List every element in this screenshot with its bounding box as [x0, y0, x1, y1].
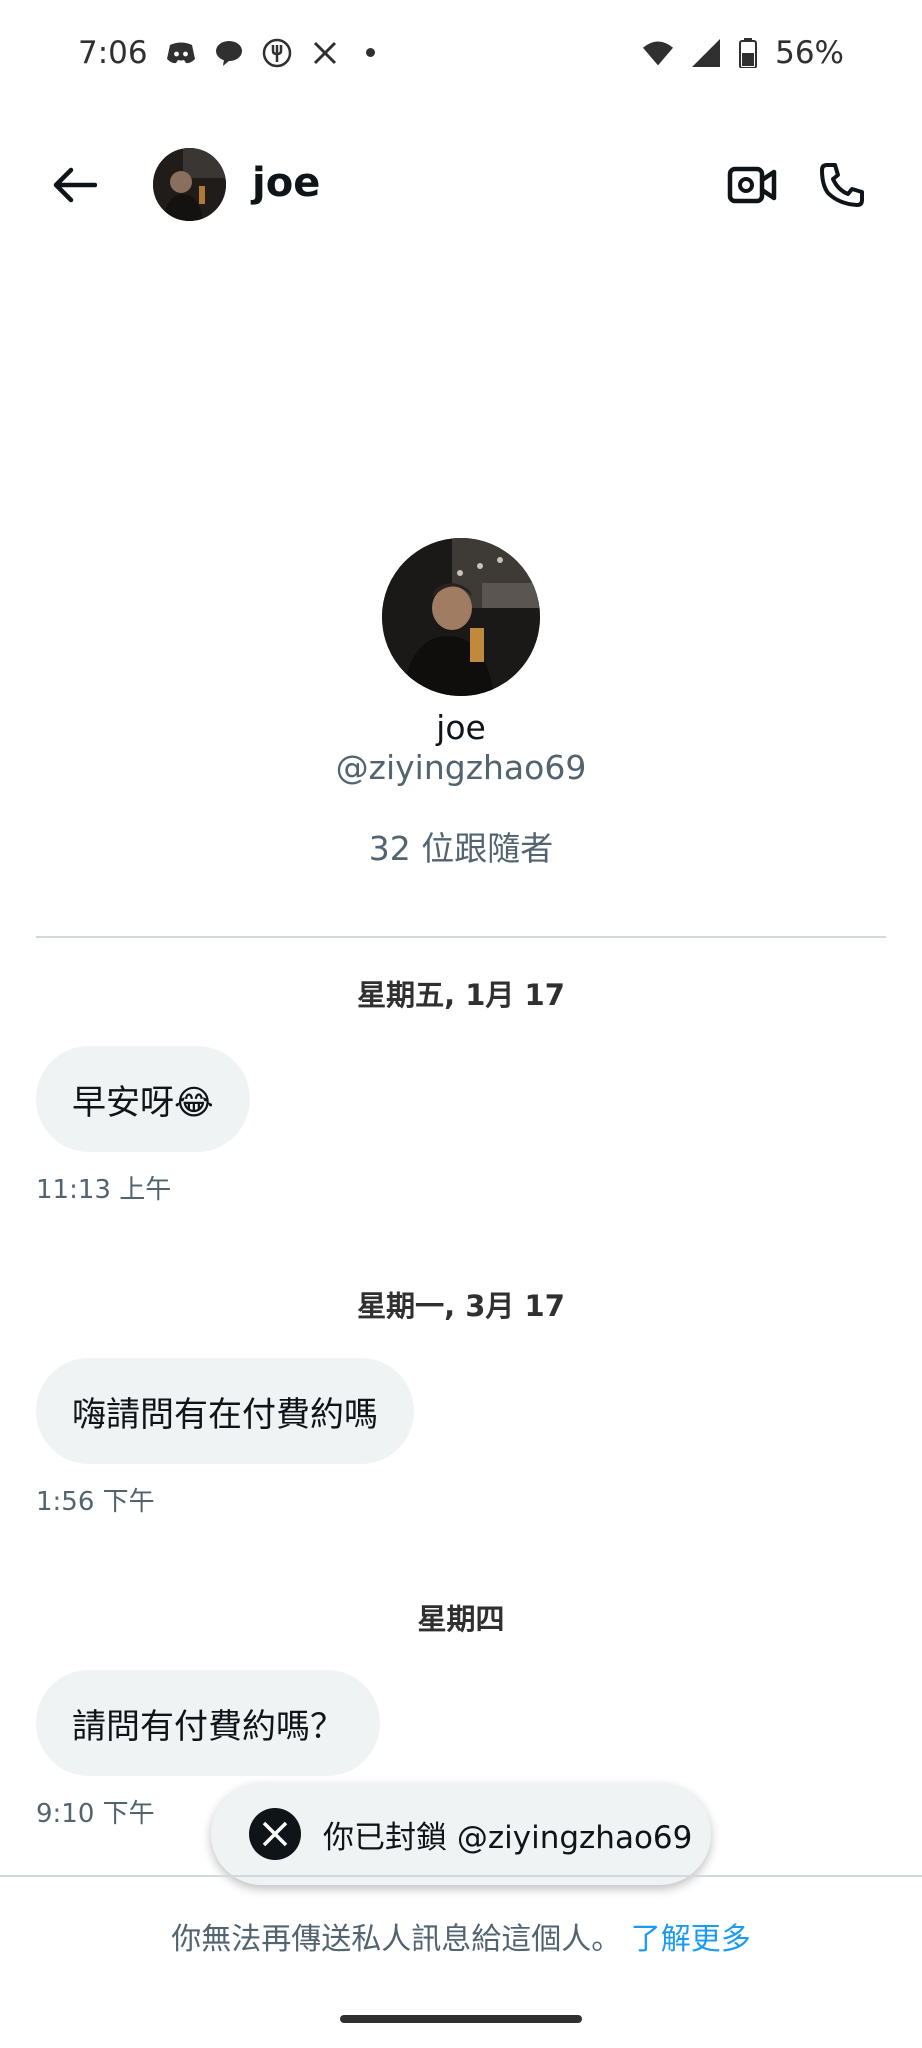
message-time: 11:13 上午 [36, 1175, 172, 1205]
profile-handle: @ziyingzhao69 [335, 748, 587, 787]
blocked-notice-text: 你無法再傳送私人訊息給這個人。 [171, 1922, 622, 1957]
status-right: 56% [643, 35, 844, 71]
blocked-toast: 你已封鎖 @ziyingzhao69 [211, 1783, 711, 1885]
profile-avatar[interactable] [382, 538, 540, 696]
date-separator: 星期五, 1月 17 [357, 978, 565, 1012]
header-name[interactable]: joe [252, 160, 320, 206]
header-avatar[interactable] [153, 148, 226, 221]
toast-text: 你已封鎖 @ziyingzhao69 [323, 1819, 693, 1856]
divider [0, 1875, 922, 1877]
status-left: 7:06 [78, 35, 375, 71]
divider [36, 936, 886, 938]
learn-more-link[interactable]: 了解更多 [631, 1922, 751, 1957]
signal-icon [691, 38, 721, 68]
date-separator: 星期四 [417, 1602, 505, 1636]
message-bubble[interactable]: 請問有付費約嗎？ [36, 1670, 380, 1776]
message-time: 9:10 下午 [36, 1799, 155, 1829]
blocked-notice: 你無法再傳送私人訊息給這個人。 了解更多 [0, 1914, 922, 1958]
profile-name: joe [436, 708, 486, 747]
back-button[interactable] [44, 154, 106, 216]
phone-call-button[interactable] [812, 155, 872, 215]
conversation-header: joe [0, 130, 922, 240]
fork-icon [262, 38, 292, 68]
dm-screen: 7:06 56% joe joe @ziyingzhao69 32 位跟隨者 星… [0, 0, 922, 2048]
chat-bubble-icon [214, 38, 244, 68]
x-logo-icon [249, 1808, 301, 1860]
back-arrow-icon [53, 167, 97, 203]
message-time: 1:56 下午 [36, 1487, 155, 1517]
dot-icon [365, 48, 375, 57]
battery-level: 56% [775, 34, 844, 71]
video-call-icon [727, 166, 777, 204]
x-logo-icon [310, 38, 340, 68]
message-bubble[interactable]: 嗨請問有在付費約嗎 [36, 1358, 414, 1464]
message-bubble[interactable]: 早安呀😂 [36, 1046, 250, 1152]
phone-icon [820, 163, 864, 207]
followers-count[interactable]: 32 位跟隨者 [0, 822, 922, 870]
home-indicator[interactable] [340, 2015, 582, 2023]
date-separator: 星期一, 3月 17 [357, 1289, 565, 1323]
status-bar: 7:06 56% [0, 0, 922, 105]
video-call-button[interactable] [722, 155, 782, 215]
discord-icon [166, 38, 196, 68]
status-time: 7:06 [78, 34, 148, 71]
wifi-icon [643, 38, 674, 68]
battery-icon [739, 37, 758, 68]
